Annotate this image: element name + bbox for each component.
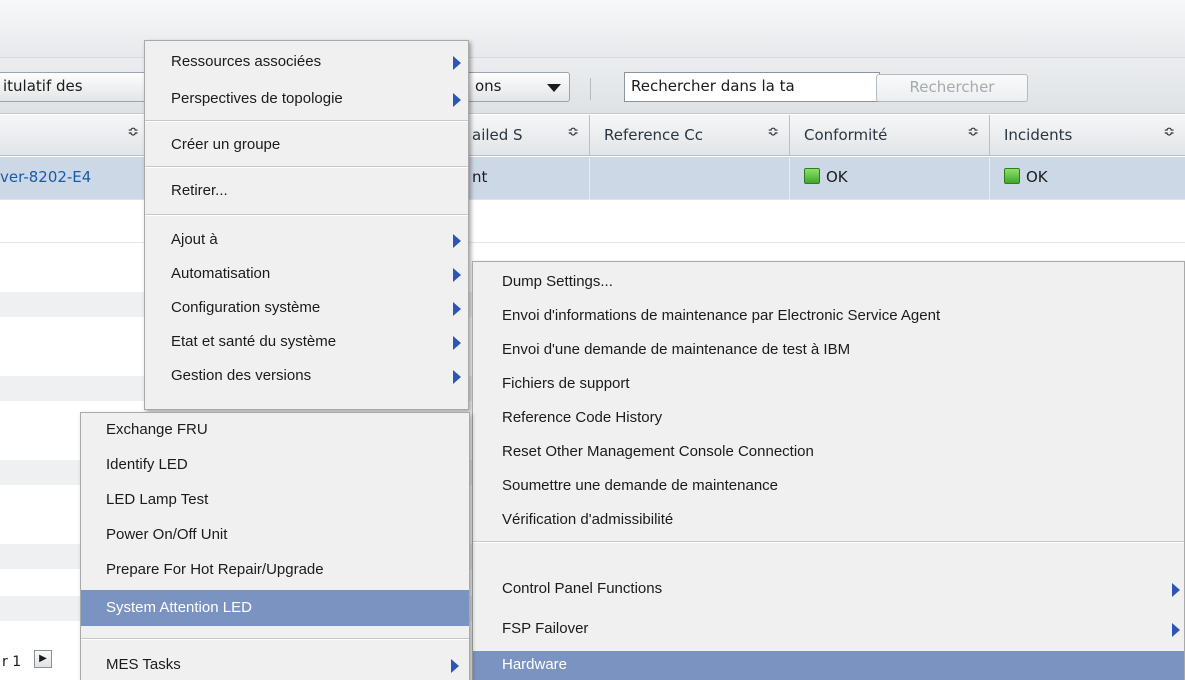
submenu-arrow-icon	[453, 302, 461, 316]
next-page-button[interactable]: ▶	[34, 650, 52, 668]
menu-separator	[81, 638, 469, 640]
menu-item-ajout-a[interactable]: Ajout à	[145, 226, 468, 255]
reference-code-cell	[590, 157, 790, 200]
actions-dropdown[interactable]: ons	[466, 72, 570, 102]
submenu-arrow-icon	[453, 336, 461, 350]
menu-item-reference-code-history[interactable]: Reference Code History	[473, 404, 1184, 433]
search-button[interactable]: Rechercher	[876, 74, 1028, 102]
menu-separator	[145, 120, 468, 122]
incidents-cell: OK	[990, 157, 1185, 200]
failed-state-cell: nt	[466, 157, 590, 200]
menu-item-configuration-systeme[interactable]: Configuration système	[145, 294, 468, 323]
menu-item-hardware[interactable]: Hardware	[473, 651, 1184, 680]
submenu-arrow-icon	[1172, 623, 1180, 637]
page-indicator: r 1	[2, 654, 22, 670]
menu-item-envoi-informations-maintenance[interactable]: Envoi d'informations de maintenance par …	[473, 302, 1184, 331]
server-name-link[interactable]: ver-8202-E4	[0, 157, 150, 200]
menu-separator	[145, 166, 468, 168]
service-submenu: Dump Settings... Envoi d'informations de…	[472, 261, 1185, 680]
incidents-status: OK	[1026, 168, 1048, 186]
column-header-reference-code[interactable]: Reference Cc ≎	[590, 115, 790, 156]
submenu-arrow-icon	[453, 268, 461, 282]
menu-item-creer-groupe[interactable]: Créer un groupe	[145, 131, 468, 160]
menu-item-identify-led[interactable]: Identify LED	[81, 451, 469, 480]
chevron-down-icon	[547, 84, 561, 92]
menu-item-perspectives-topologie[interactable]: Perspectives de topologie	[145, 85, 468, 114]
sort-icon[interactable]: ≎	[767, 124, 779, 140]
menu-separator	[145, 214, 468, 216]
status-ok-icon	[1004, 168, 1020, 184]
menu-item-automatisation[interactable]: Automatisation	[145, 260, 468, 289]
menu-item-power-on-off-unit[interactable]: Power On/Off Unit	[81, 521, 469, 550]
menu-item-envoi-demande-test[interactable]: Envoi d'une demande de maintenance de te…	[473, 336, 1184, 365]
toolbar-divider	[590, 78, 591, 100]
menu-item-soumettre-demande[interactable]: Soumettre une demande de maintenance	[473, 472, 1184, 501]
menu-item-fsp-failover[interactable]: FSP Failover	[473, 615, 1184, 644]
summary-button[interactable]: itulatif des	[0, 72, 146, 102]
context-menu: Ressources associées Perspectives de top…	[144, 40, 469, 410]
menu-item-led-lamp-test[interactable]: LED Lamp Test	[81, 486, 469, 515]
hardware-submenu: Exchange FRU Identify LED LED Lamp Test …	[80, 412, 470, 680]
menu-item-etat-sante[interactable]: Etat et santé du système	[145, 328, 468, 357]
submenu-arrow-icon	[453, 370, 461, 384]
menu-item-mes-tasks[interactable]: MES Tasks	[81, 651, 469, 680]
column-header-conformite[interactable]: Conformité ≎	[790, 115, 990, 156]
sort-icon[interactable]: ≎	[967, 124, 979, 140]
menu-item-retirer[interactable]: Retirer...	[145, 177, 468, 206]
sort-icon[interactable]: ≎	[567, 124, 579, 140]
actions-dropdown-label: ons	[475, 77, 502, 95]
sort-icon[interactable]: ≎	[127, 124, 139, 140]
column-header-name[interactable]: ≎	[0, 115, 150, 156]
submenu-arrow-icon	[451, 659, 459, 673]
search-input[interactable]: Rechercher dans la ta	[624, 72, 880, 102]
submenu-arrow-icon	[453, 234, 461, 248]
menu-item-gestion-versions[interactable]: Gestion des versions	[145, 362, 468, 391]
menu-item-system-attention-led[interactable]: System Attention LED	[81, 590, 469, 626]
submenu-arrow-icon	[453, 93, 461, 107]
menu-item-prepare-hot-repair[interactable]: Prepare For Hot Repair/Upgrade	[81, 556, 469, 585]
menu-item-reset-console-connection[interactable]: Reset Other Management Console Connectio…	[473, 438, 1184, 467]
column-header-incidents[interactable]: Incidents ≎	[990, 115, 1185, 156]
submenu-arrow-icon	[1172, 583, 1180, 597]
conformite-status: OK	[826, 168, 848, 186]
menu-item-control-panel-functions[interactable]: Control Panel Functions	[473, 575, 1184, 604]
status-ok-icon	[804, 168, 820, 184]
sort-icon[interactable]: ≎	[1163, 124, 1175, 140]
submenu-arrow-icon	[453, 56, 461, 70]
menu-item-fichiers-support[interactable]: Fichiers de support	[473, 370, 1184, 399]
menu-item-dump-settings[interactable]: Dump Settings...	[473, 268, 1184, 297]
conformite-cell: OK	[790, 157, 990, 200]
menu-separator	[473, 541, 1184, 543]
menu-item-verification-admissibilite[interactable]: Vérification d'admissibilité	[473, 506, 1184, 535]
column-header-failed[interactable]: ailed S ≎	[466, 115, 590, 156]
menu-item-exchange-fru[interactable]: Exchange FRU	[81, 416, 469, 445]
menu-item-ressources-associees[interactable]: Ressources associées	[145, 48, 468, 77]
